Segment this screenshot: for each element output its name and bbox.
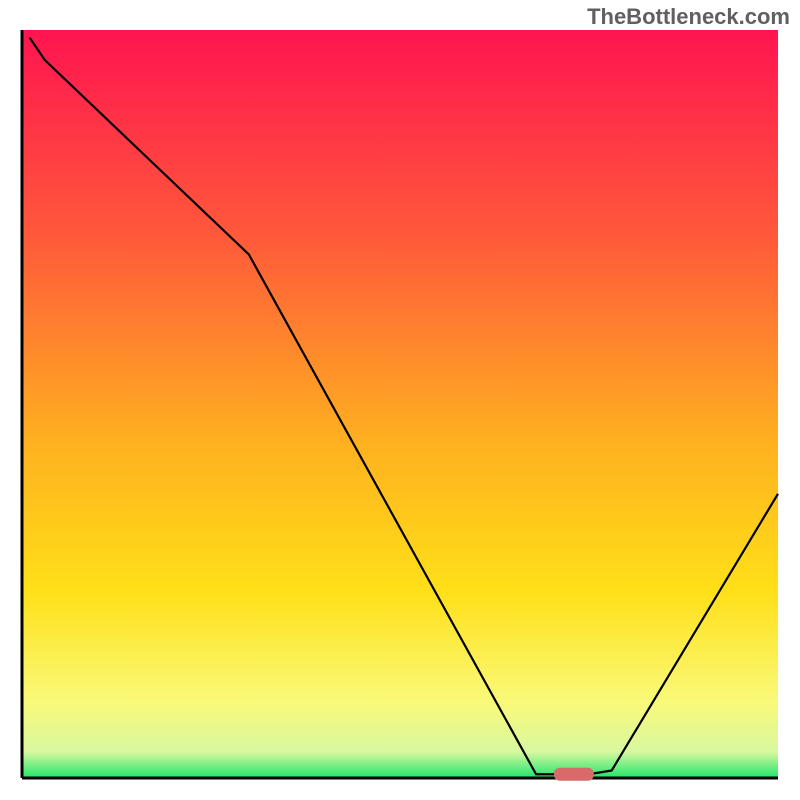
bottleneck-chart [0, 0, 800, 800]
chart-container: TheBottleneck.com [0, 0, 800, 800]
chart-background [22, 30, 778, 778]
attribution-label: TheBottleneck.com [587, 4, 790, 30]
optimal-marker [554, 768, 594, 781]
